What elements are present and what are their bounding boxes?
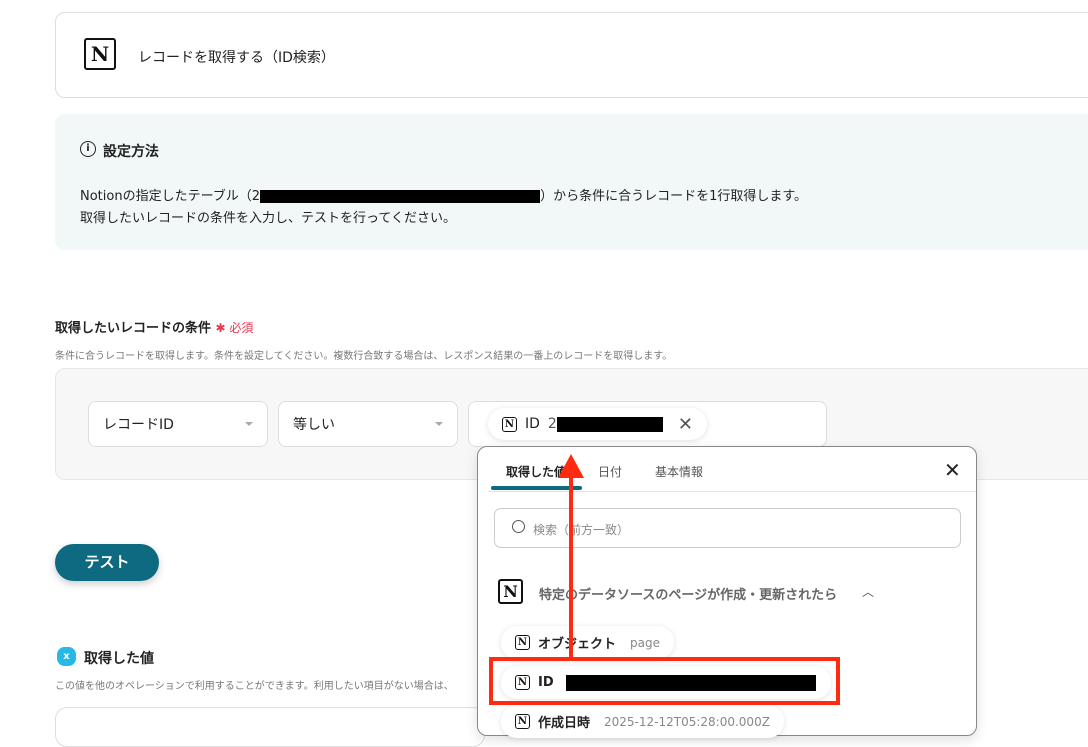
annotation-arrow-head <box>558 454 584 478</box>
annotation-highlight-box <box>489 657 840 705</box>
annotation-overlay <box>489 454 840 705</box>
